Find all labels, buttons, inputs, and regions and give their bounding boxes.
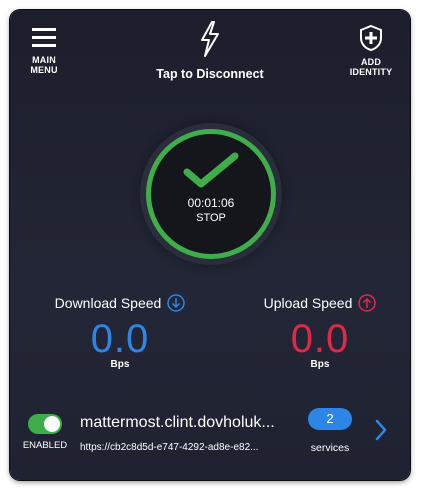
connection-status-ring[interactable]: 00:01:06 STOP bbox=[146, 129, 276, 259]
download-arrow-icon bbox=[167, 294, 186, 312]
toggle-knob bbox=[44, 416, 60, 432]
upload-speed-value: 0.0 bbox=[290, 317, 350, 361]
stop-label: STOP bbox=[196, 212, 226, 224]
enable-toggle-group: ENABLED bbox=[20, 414, 70, 451]
service-name[interactable]: mattermost.clint.dovholuk... bbox=[80, 414, 295, 432]
upload-speed-title: Upload Speed bbox=[264, 294, 377, 312]
service-row: ENABLED mattermost.clint.dovholuk... htt… bbox=[10, 408, 410, 468]
add-identity-label: ADD IDENTITY bbox=[349, 57, 393, 77]
hamburger-icon bbox=[32, 28, 56, 47]
add-identity-button[interactable]: ADD IDENTITY bbox=[348, 24, 394, 77]
download-speed-panel: Download Speed 0.0 Bps bbox=[40, 294, 200, 370]
checkmark-icon bbox=[183, 152, 239, 188]
tap-to-disconnect-label: Tap to Disconnect bbox=[156, 67, 264, 81]
add-identity-icon bbox=[360, 24, 382, 52]
app-window: MAIN MENU Tap to Disconnect ADD IDENTITY… bbox=[10, 10, 410, 480]
connection-timer: 00:01:06 bbox=[187, 196, 235, 210]
download-speed-value: 0.0 bbox=[90, 317, 150, 361]
services-count-badge[interactable]: 2 bbox=[308, 408, 352, 430]
lightning-bolt-icon bbox=[201, 21, 219, 57]
chevron-right-icon[interactable] bbox=[374, 418, 388, 442]
upload-arrow-icon bbox=[358, 294, 377, 312]
upload-speed-panel: Upload Speed 0.0 Bps bbox=[240, 294, 400, 370]
main-menu-button[interactable]: MAIN MENU bbox=[26, 26, 62, 75]
enable-toggle[interactable] bbox=[28, 414, 62, 434]
service-url: https://cb2c8d5d-e747-4292-ad8e-e82... bbox=[80, 442, 259, 453]
download-speed-unit: Bps bbox=[110, 359, 130, 370]
download-speed-title: Download Speed bbox=[55, 294, 186, 312]
upload-speed-unit: Bps bbox=[310, 359, 330, 370]
services-label: services bbox=[310, 442, 350, 454]
disconnect-button[interactable]: Tap to Disconnect bbox=[110, 20, 310, 81]
enabled-label: ENABLED bbox=[22, 440, 68, 451]
main-menu-label: MAIN MENU bbox=[30, 55, 58, 75]
